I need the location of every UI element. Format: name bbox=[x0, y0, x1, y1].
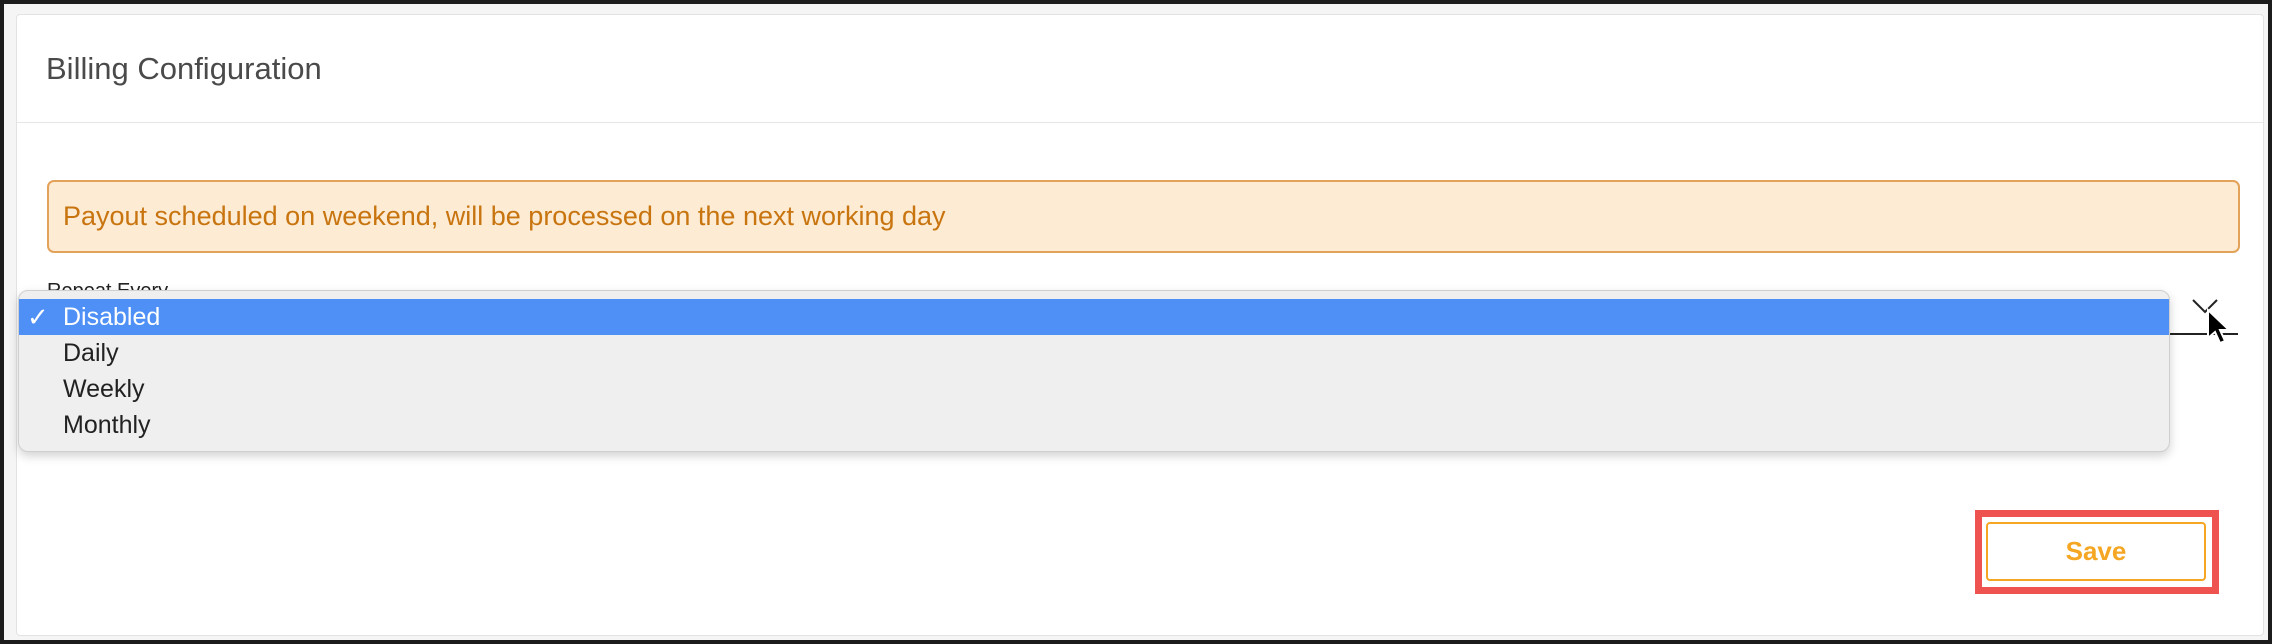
option-monthly[interactable]: Monthly bbox=[19, 407, 2169, 443]
card-title: Billing Configuration bbox=[46, 51, 322, 86]
save-button[interactable]: Save bbox=[1986, 522, 2206, 581]
option-daily[interactable]: Daily bbox=[19, 335, 2169, 371]
screenshot-frame: Billing Configuration Payout scheduled o… bbox=[0, 0, 2272, 644]
mouse-pointer-icon bbox=[2207, 308, 2232, 345]
option-label: Daily bbox=[63, 339, 119, 367]
option-label: Monthly bbox=[63, 411, 151, 439]
alert-message: Payout scheduled on weekend, will be pro… bbox=[63, 201, 946, 231]
option-label: Disabled bbox=[63, 303, 161, 331]
option-disabled[interactable]: ✓ Disabled bbox=[19, 299, 2169, 335]
weekend-payout-alert: Payout scheduled on weekend, will be pro… bbox=[47, 180, 2240, 253]
card-header: Billing Configuration bbox=[17, 15, 2263, 123]
option-weekly[interactable]: Weekly bbox=[19, 371, 2169, 407]
option-label: Weekly bbox=[63, 375, 145, 403]
repeat-every-dropdown[interactable]: ✓ Disabled Daily Weekly Monthly bbox=[18, 290, 2170, 452]
checkmark-icon: ✓ bbox=[27, 302, 49, 332]
